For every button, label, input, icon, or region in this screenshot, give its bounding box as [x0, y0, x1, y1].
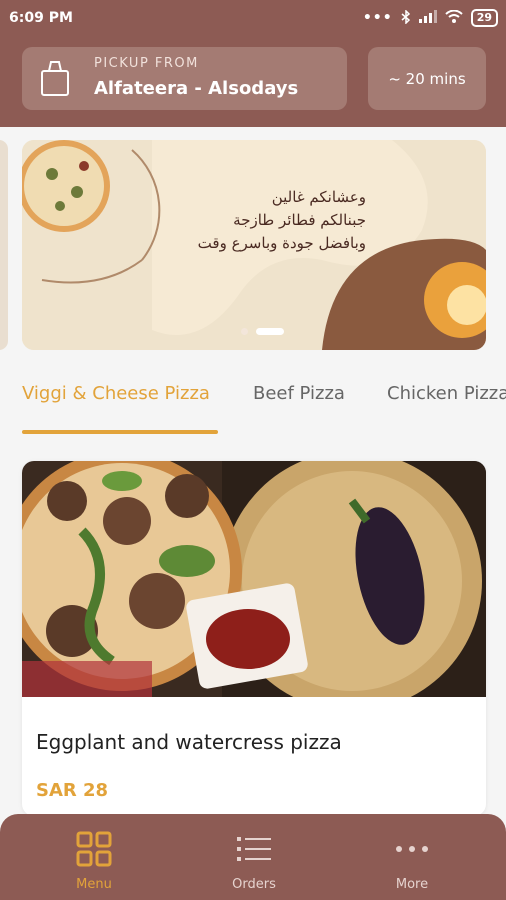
banner-line: جبنالكم فطائر طازجة: [233, 211, 366, 229]
pickup-location-name: Alfateera - Alsodays: [94, 78, 299, 99]
product-price: SAR 28: [36, 780, 109, 801]
pickup-location-selector[interactable]: PICKUP FROM Alfateera - Alsodays: [22, 47, 347, 110]
wifi-icon: [445, 9, 463, 26]
nav-orders-label: Orders: [232, 877, 276, 892]
grid-icon: [76, 831, 112, 871]
list-icon: [236, 831, 272, 871]
carousel-dot-active[interactable]: [256, 328, 284, 335]
bluetooth-icon: [401, 8, 411, 27]
banner-line: وبافضل جودة وباسرع وقت: [197, 234, 366, 252]
tab-chicken-pizza[interactable]: Chicken Pizza: [387, 383, 506, 404]
product-card[interactable]: Eggplant and watercress pizza SAR 28: [22, 461, 486, 816]
battery-icon: 29: [470, 9, 498, 27]
eta-button[interactable]: ~ 20 mins: [368, 47, 486, 110]
bottom-navigation: Menu Orders More: [0, 814, 506, 900]
nav-menu[interactable]: Menu: [34, 814, 154, 900]
status-icons: ••• 29: [362, 8, 498, 27]
nav-more[interactable]: More: [352, 814, 472, 900]
banner-previous-slide[interactable]: [0, 140, 8, 350]
more-dots-icon: [394, 831, 430, 871]
nav-more-label: More: [395, 877, 429, 892]
banner-line: وعشانكم غالين: [271, 188, 366, 206]
status-time: 6:09 PM: [9, 10, 73, 26]
pickup-label: PICKUP FROM: [94, 56, 199, 71]
tab-viggi-cheese-pizza[interactable]: Viggi & Cheese Pizza: [22, 383, 210, 404]
header: 6:09 PM ••• 29 PICKUP FROM Alfateera - A…: [0, 0, 506, 127]
active-tab-indicator: [22, 430, 218, 434]
shopping-bag-icon: [40, 59, 70, 101]
signal-icon: [418, 10, 437, 26]
nav-menu-label: Menu: [76, 877, 112, 892]
product-photo: [22, 461, 486, 697]
eta-text: ~ 20 mins: [388, 69, 466, 88]
promo-banner[interactable]: وعشانكم غالين جبنالكم فطائر طازجة وبافضل…: [22, 140, 486, 350]
carousel-dot[interactable]: [241, 328, 248, 335]
banner-promo-text: وعشانكم غالين جبنالكم فطائر طازجة وبافضل…: [198, 186, 366, 255]
product-name: Eggplant and watercress pizza: [36, 730, 342, 754]
tab-beef-pizza[interactable]: Beef Pizza: [253, 383, 345, 404]
status-bar: 6:09 PM ••• 29: [0, 0, 506, 36]
notification-dots-icon: •••: [362, 10, 393, 26]
nav-orders[interactable]: Orders: [194, 814, 314, 900]
